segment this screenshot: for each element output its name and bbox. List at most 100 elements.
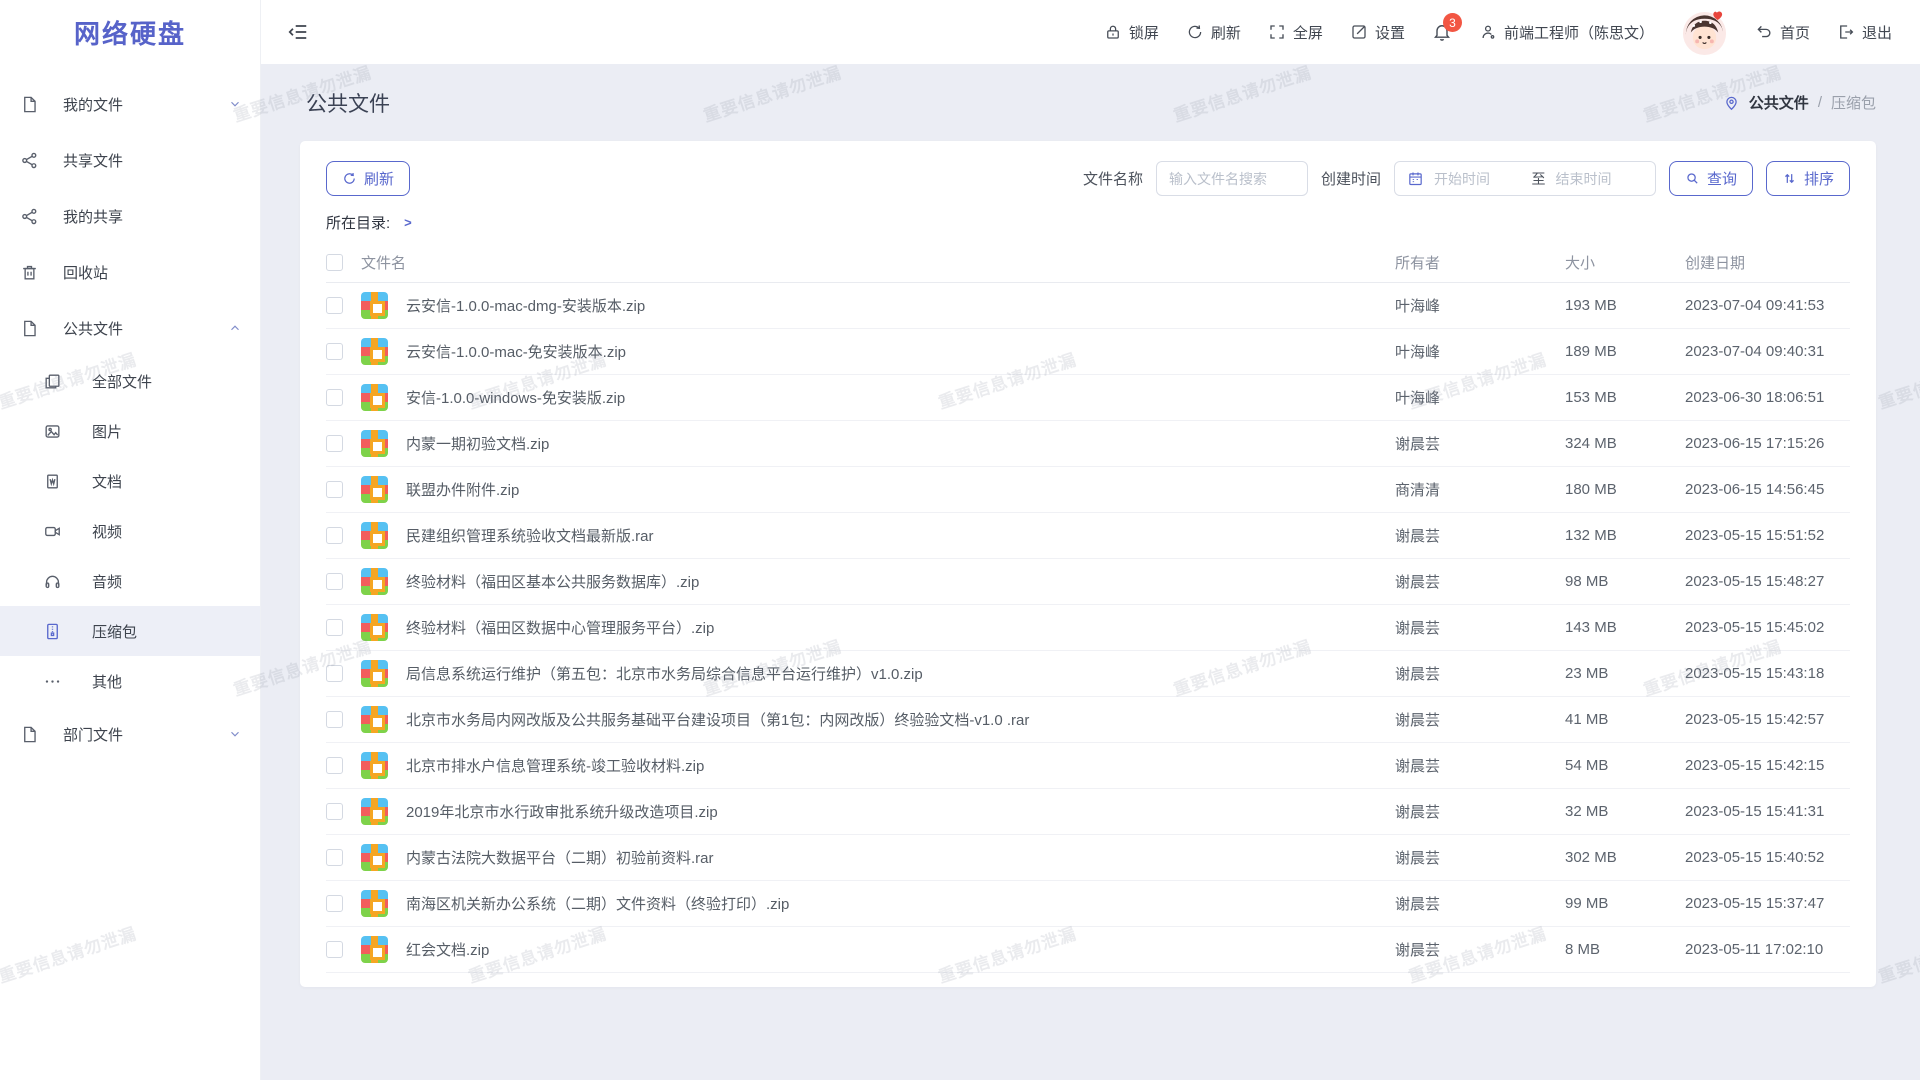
table-row[interactable]: 2019年北京市水行政审批系统升级改造项目.zip 谢晨芸 32 MB 2023… (326, 789, 1850, 835)
row-checkbox[interactable] (326, 297, 343, 314)
row-checkbox[interactable] (326, 389, 343, 406)
row-checkbox[interactable] (326, 665, 343, 682)
end-date-placeholder[interactable]: 结束时间 (1555, 169, 1643, 189)
row-checkbox[interactable] (326, 895, 343, 912)
file-name[interactable]: 终验材料（福田区数据中心管理服务平台）.zip (406, 617, 1377, 638)
settings-button[interactable]: 设置 (1350, 22, 1405, 43)
ellipsis-icon (43, 672, 62, 691)
table-row[interactable]: 终验材料（福田区数据中心管理服务平台）.zip 谢晨芸 143 MB 2023-… (326, 605, 1850, 651)
file-size: 143 MB (1565, 619, 1667, 636)
file-size: 54 MB (1565, 757, 1667, 774)
sidebar-item-archives[interactable]: 压缩包 (0, 606, 260, 656)
column-header-name[interactable]: 文件名 (361, 252, 1377, 273)
table-row[interactable]: 内蒙一期初验文档.zip 谢晨芸 324 MB 2023-06-15 17:15… (326, 421, 1850, 467)
row-checkbox[interactable] (326, 343, 343, 360)
refresh-list-label: 刷新 (364, 168, 394, 189)
refresh-list-button[interactable]: 刷新 (326, 161, 410, 196)
chevron-up-icon (228, 321, 242, 335)
sidebar-item-others[interactable]: 其他 (0, 656, 260, 706)
sidebar-item-images[interactable]: 图片 (0, 406, 260, 456)
row-checkbox[interactable] (326, 803, 343, 820)
refresh-button[interactable]: 刷新 (1186, 22, 1241, 43)
sidebar-item-department-files[interactable]: 部门文件 (0, 706, 260, 762)
table-row[interactable]: 局信息系统运行维护（第五包：北京市水务局综合信息平台运行维护）v1.0.zip … (326, 651, 1850, 697)
fullscreen-icon (1268, 23, 1286, 41)
notifications-button[interactable]: 3 (1432, 22, 1452, 42)
table-row[interactable]: 云安信-1.0.0-mac-dmg-安装版本.zip 叶海峰 193 MB 20… (326, 283, 1850, 329)
file-name[interactable]: 云安信-1.0.0-mac-dmg-安装版本.zip (406, 295, 1377, 316)
file-name[interactable]: 终验材料（福田区基本公共服务数据库）.zip (406, 571, 1377, 592)
table-row[interactable]: 联盟办件附件.zip 商清清 180 MB 2023-06-15 14:56:4… (326, 467, 1850, 513)
row-checkbox[interactable] (326, 527, 343, 544)
row-checkbox[interactable] (326, 619, 343, 636)
table-row[interactable]: 南海区机关新办公系统（二期）文件资料（终验打印）.zip 谢晨芸 99 MB 2… (326, 881, 1850, 927)
fullscreen-button[interactable]: 全屏 (1268, 22, 1323, 43)
file-name[interactable]: 内蒙古法院大数据平台（二期）初验前资料.rar (406, 847, 1377, 868)
zip-archive-icon (361, 798, 388, 825)
column-header-date[interactable]: 创建日期 (1685, 252, 1850, 273)
sidebar-item-videos[interactable]: 视频 (0, 506, 260, 556)
file-name-search-input[interactable] (1156, 161, 1308, 196)
file-name[interactable]: 2019年北京市水行政审批系统升级改造项目.zip (406, 801, 1377, 822)
table-row[interactable]: 红会文档.zip 谢晨芸 8 MB 2023-05-11 17:02:10 (326, 927, 1850, 973)
sidebar-item-recycle-bin[interactable]: 回收站 (0, 244, 260, 300)
file-name[interactable]: 北京市水务局内网改版及公共服务基础平台建设项目（第1包：内网改版）终验验文档-v… (406, 709, 1377, 730)
directory-root-arrow[interactable]: > (404, 215, 412, 230)
row-checkbox[interactable] (326, 481, 343, 498)
sidebar-item-my-files[interactable]: 我的文件 (0, 76, 260, 132)
lock-screen-button[interactable]: 锁屏 (1104, 22, 1159, 43)
breadcrumb-root[interactable]: 公共文件 (1749, 92, 1809, 113)
sidebar-item-my-shares[interactable]: 我的共享 (0, 188, 260, 244)
file-name[interactable]: 局信息系统运行维护（第五包：北京市水务局综合信息平台运行维护）v1.0.zip (406, 663, 1377, 684)
column-header-owner[interactable]: 所有者 (1395, 252, 1547, 273)
file-name[interactable]: 云安信-1.0.0-mac-免安装版本.zip (406, 341, 1377, 362)
sidebar-item-audio[interactable]: 音频 (0, 556, 260, 606)
table-row[interactable]: 云安信-1.0.0-mac-免安装版本.zip 叶海峰 189 MB 2023-… (326, 329, 1850, 375)
row-checkbox[interactable] (326, 435, 343, 452)
file-name[interactable]: 安信-1.0.0-windows-免安装版.zip (406, 387, 1377, 408)
date-range-picker[interactable]: 开始时间 至 结束时间 (1394, 161, 1656, 196)
fullscreen-label: 全屏 (1293, 22, 1323, 43)
file-name[interactable]: 联盟办件附件.zip (406, 479, 1377, 500)
file-name[interactable]: 民建组织管理系统验收文档最新版.rar (406, 525, 1377, 546)
avatar[interactable] (1681, 9, 1728, 56)
row-checkbox[interactable] (326, 711, 343, 728)
table-row[interactable]: 内蒙古法院大数据平台（二期）初验前资料.rar 谢晨芸 302 MB 2023-… (326, 835, 1850, 881)
user-menu[interactable]: 前端工程师（陈思文） (1479, 22, 1654, 43)
zip-file-icon (43, 622, 62, 641)
select-all-checkbox[interactable] (326, 254, 343, 271)
zip-archive-icon (361, 890, 388, 917)
sort-button[interactable]: 排序 (1766, 161, 1850, 196)
logout-button[interactable]: 退出 (1837, 22, 1892, 43)
zip-archive-icon (361, 384, 388, 411)
start-date-placeholder[interactable]: 开始时间 (1434, 169, 1522, 189)
file-name[interactable]: 红会文档.zip (406, 939, 1377, 960)
sidebar-item-public-files[interactable]: 公共文件 (0, 300, 260, 356)
table-row[interactable]: 北京市水务局内网改版及公共服务基础平台建设项目（第1包：内网改版）终验验文档-v… (326, 697, 1850, 743)
file-name[interactable]: 南海区机关新办公系统（二期）文件资料（终验打印）.zip (406, 893, 1377, 914)
sidebar-item-documents[interactable]: 文档 (0, 456, 260, 506)
row-checkbox[interactable] (326, 757, 343, 774)
query-button[interactable]: 查询 (1669, 161, 1753, 196)
table-row[interactable]: 北京市排水户信息管理系统-竣工验收材料.zip 谢晨芸 54 MB 2023-0… (326, 743, 1850, 789)
sidebar-item-shared-files[interactable]: 共享文件 (0, 132, 260, 188)
file-created-date: 2023-05-15 15:41:31 (1685, 803, 1850, 820)
file-table: 文件名 所有者 大小 创建日期 云安信-1.0.0-mac-dmg-安装版本.z… (326, 243, 1850, 973)
logout-icon (1837, 23, 1855, 41)
row-checkbox[interactable] (326, 573, 343, 590)
table-row[interactable]: 终验材料（福田区基本公共服务数据库）.zip 谢晨芸 98 MB 2023-05… (326, 559, 1850, 605)
table-row[interactable]: 安信-1.0.0-windows-免安装版.zip 叶海峰 153 MB 202… (326, 375, 1850, 421)
file-icon (20, 95, 39, 114)
row-checkbox[interactable] (326, 941, 343, 958)
file-name[interactable]: 内蒙一期初验文档.zip (406, 433, 1377, 454)
sidebar-item-all-files[interactable]: 全部文件 (0, 356, 260, 406)
file-name[interactable]: 北京市排水户信息管理系统-竣工验收材料.zip (406, 755, 1377, 776)
sidebar-collapse-icon[interactable] (287, 21, 309, 43)
table-row[interactable]: 民建组织管理系统验收文档最新版.rar 谢晨芸 132 MB 2023-05-1… (326, 513, 1850, 559)
column-header-size[interactable]: 大小 (1565, 252, 1667, 273)
sidebar-item-label: 音频 (92, 571, 242, 592)
content-area: 公共文件 公共文件 / 压缩包 刷新 (261, 64, 1920, 1080)
row-checkbox[interactable] (326, 849, 343, 866)
home-button[interactable]: 首页 (1755, 22, 1810, 43)
file-owner: 谢晨芸 (1395, 801, 1547, 822)
